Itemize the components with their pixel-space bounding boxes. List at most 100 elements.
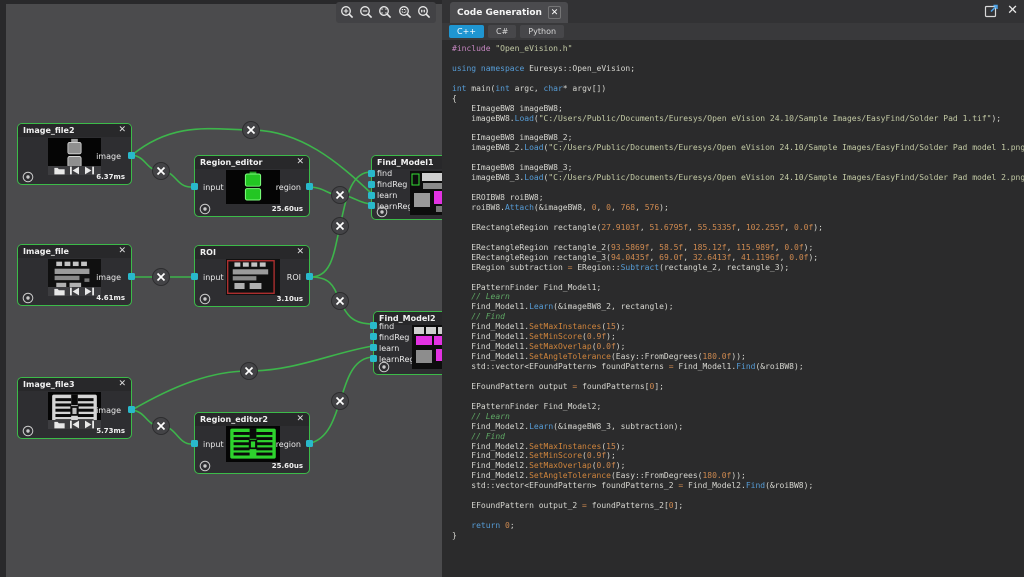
visibility-eye-icon[interactable]	[378, 361, 390, 373]
visibility-eye-icon[interactable]	[22, 425, 34, 437]
tab-cpp[interactable]: C++	[449, 25, 484, 38]
thumbnail-region-comb-green	[226, 426, 280, 462]
output-port-label: image	[96, 152, 121, 161]
thumbnail-comb-pattern	[48, 392, 101, 429]
node-region-editor[interactable]: Region_editor✕ input region 25.60us	[194, 155, 310, 217]
disconnect-icon[interactable]	[241, 363, 258, 380]
node-find-model1[interactable]: Find_Model1✕ find findReg learn learnReg	[371, 155, 442, 220]
execution-time: 4.61ms	[96, 294, 125, 302]
disconnect-icon[interactable]	[243, 122, 260, 139]
visibility-eye-icon[interactable]	[22, 292, 34, 304]
panel-close-icon[interactable]: ✕	[1007, 3, 1018, 18]
output-port[interactable]	[306, 273, 313, 280]
zoom-out-icon[interactable]	[358, 4, 375, 21]
output-port[interactable]	[128, 273, 135, 280]
zoom-actual-icon[interactable]	[416, 4, 433, 21]
zoom-toolbar	[336, 2, 436, 23]
input-port[interactable]	[191, 273, 198, 280]
disconnect-icon[interactable]	[332, 293, 349, 310]
execution-time: 6.37ms	[96, 173, 125, 181]
close-icon[interactable]: ✕	[296, 415, 304, 424]
visibility-eye-icon[interactable]	[199, 460, 211, 472]
tab-csharp[interactable]: C#	[488, 25, 516, 38]
visibility-eye-icon[interactable]	[199, 293, 211, 305]
thumbnail-region-green	[226, 170, 280, 204]
code-area[interactable]: #include "Open_eVision.h" using namespac…	[442, 40, 1024, 577]
input-port-learn[interactable]	[370, 344, 377, 351]
disconnect-icon[interactable]	[332, 187, 349, 204]
visibility-eye-icon[interactable]	[199, 203, 211, 215]
popout-icon[interactable]	[984, 3, 999, 18]
input-port-findreg[interactable]	[368, 181, 375, 188]
output-port-label: region	[276, 183, 301, 192]
output-port[interactable]	[306, 440, 313, 447]
app-window: Image_file2✕ image 6.37ms	[0, 0, 1024, 577]
input-port[interactable]	[191, 440, 198, 447]
disconnect-icon[interactable]	[153, 269, 170, 286]
thumbnail-solder-pad	[48, 138, 101, 175]
output-port[interactable]	[128, 406, 135, 413]
output-port-label: image	[96, 273, 121, 282]
execution-time: 5.73ms	[96, 427, 125, 435]
code-generation-panel: Code Generation ✕ ✕ C++ C# Python #inclu…	[442, 0, 1024, 577]
close-icon[interactable]: ✕	[118, 247, 126, 256]
node-title: Region_editor	[200, 158, 296, 167]
close-icon[interactable]: ✕	[296, 158, 304, 167]
tab-python[interactable]: Python	[520, 25, 564, 38]
panel-header: Code Generation ✕ ✕	[442, 0, 1024, 23]
disconnect-icon[interactable]	[332, 393, 349, 410]
node-title: Region_editor2	[200, 415, 296, 424]
node-image-file3[interactable]: Image_file3✕ image	[17, 377, 132, 439]
node-region-editor2[interactable]: Region_editor2✕ input region 25.60us	[194, 412, 310, 474]
input-port-learnreg[interactable]	[370, 355, 377, 362]
execution-time: 3.10us	[277, 295, 303, 303]
close-icon[interactable]: ✕	[296, 248, 304, 257]
node-title: Image_file3	[23, 380, 118, 389]
input-port[interactable]	[191, 183, 198, 190]
disconnect-icon[interactable]	[153, 418, 170, 435]
node-find-model2[interactable]: Find_Model2✕ find findReg learn learnReg	[373, 311, 442, 375]
visibility-eye-icon[interactable]	[376, 206, 388, 218]
disconnect-icon[interactable]	[153, 163, 170, 180]
output-port[interactable]	[128, 152, 135, 159]
input-port-label: find	[377, 169, 392, 179]
output-port-label: ROI	[287, 273, 301, 282]
output-port-label: region	[276, 440, 301, 449]
input-port-label: findReg	[377, 180, 407, 190]
output-port[interactable]	[306, 183, 313, 190]
tab-close-icon[interactable]: ✕	[548, 6, 561, 19]
input-port-label: findReg	[379, 333, 409, 343]
zoom-selection-icon[interactable]	[397, 4, 414, 21]
input-port-label: find	[379, 322, 394, 332]
input-port-learnreg[interactable]	[368, 202, 375, 209]
input-port-label: input	[203, 273, 224, 282]
output-port-label: image	[96, 406, 121, 415]
close-icon[interactable]: ✕	[118, 126, 126, 135]
tab-title: Code Generation	[457, 8, 542, 18]
input-port-label: learn	[377, 191, 397, 201]
zoom-in-icon[interactable]	[339, 4, 356, 21]
node-graph-canvas[interactable]: Image_file2✕ image 6.37ms	[0, 0, 442, 577]
input-port-learn[interactable]	[368, 192, 375, 199]
node-roi[interactable]: ROI✕ input ROI 3.10us	[194, 245, 310, 307]
thumbnail-pcb	[48, 259, 101, 296]
visibility-eye-icon[interactable]	[22, 171, 34, 183]
node-title: Image_file	[23, 247, 118, 256]
node-title: Image_file2	[23, 126, 118, 135]
input-port-findreg[interactable]	[370, 333, 377, 340]
node-title: ROI	[200, 248, 296, 257]
close-icon[interactable]: ✕	[118, 380, 126, 389]
input-port-find[interactable]	[368, 170, 375, 177]
input-port-label: learn	[379, 344, 399, 354]
node-image-file[interactable]: Image_file✕ image	[17, 244, 132, 306]
execution-time: 25.60us	[272, 462, 303, 470]
thumbnail-pcb-roi	[226, 259, 280, 295]
zoom-fit-icon[interactable]	[377, 4, 394, 21]
input-port-label: input	[203, 183, 224, 192]
node-title: Find_Model1	[377, 158, 442, 167]
tab-code-generation[interactable]: Code Generation ✕	[450, 2, 568, 23]
execution-time: 25.60us	[272, 205, 303, 213]
disconnect-icon[interactable]	[332, 218, 349, 235]
input-port-find[interactable]	[370, 322, 377, 329]
node-image-file2[interactable]: Image_file2✕ image 6.37ms	[17, 123, 132, 185]
